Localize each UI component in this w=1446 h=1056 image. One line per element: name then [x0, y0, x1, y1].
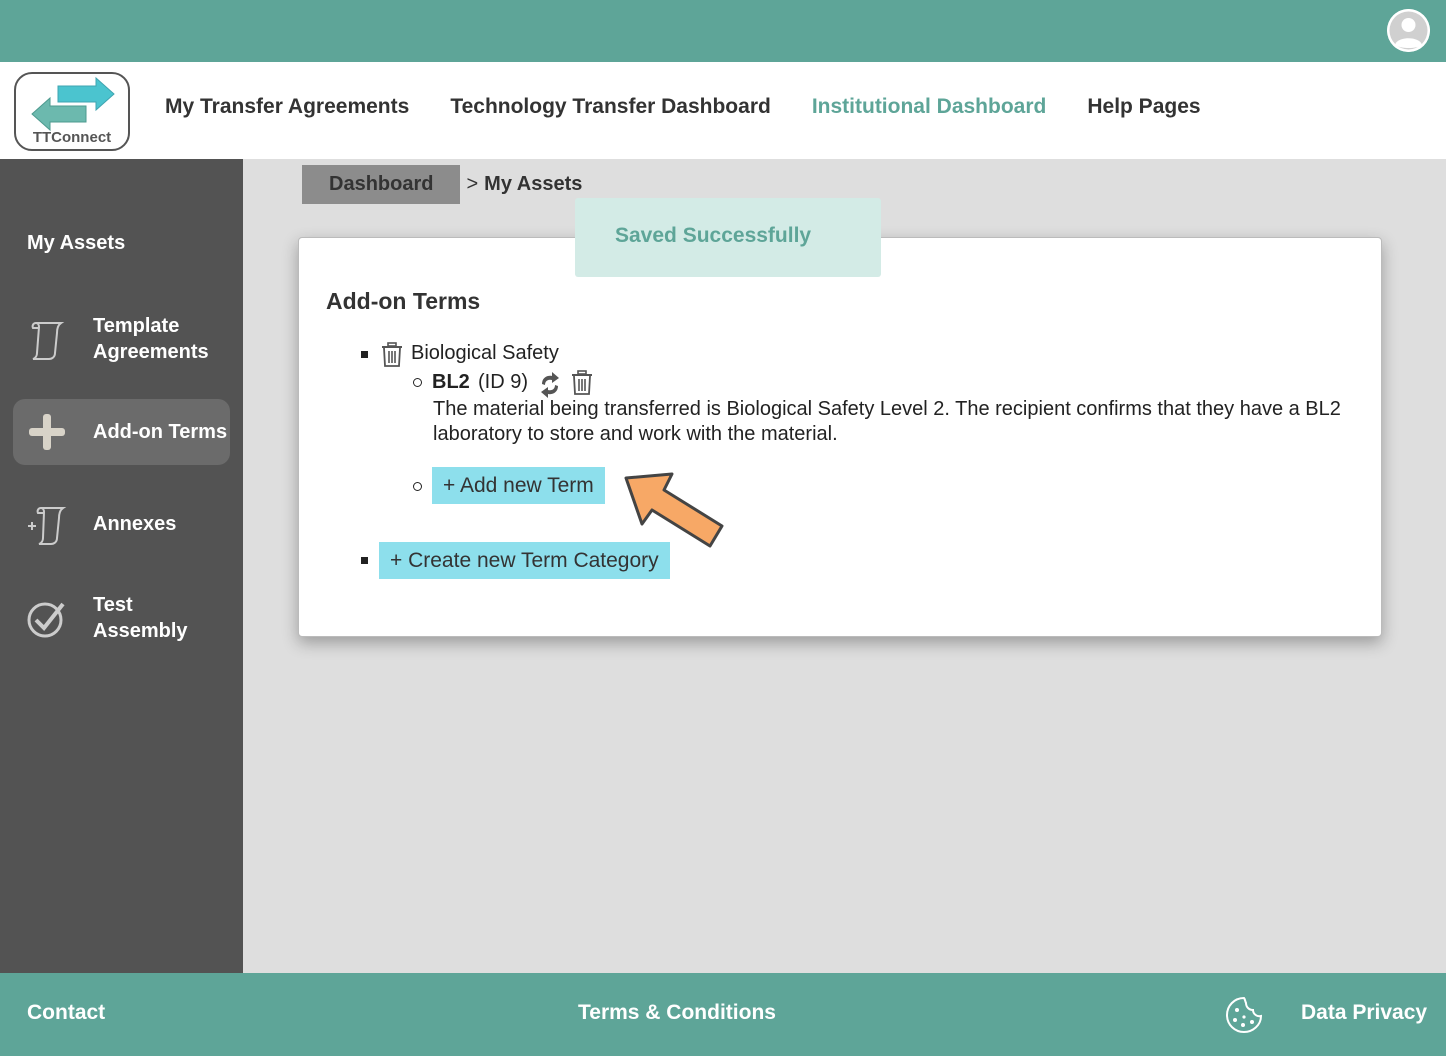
toast-message: Saved Successfully	[615, 224, 812, 247]
term-description: The material being transferred is Biolog…	[433, 398, 1341, 445]
header: TTConnect My Transfer Agreements Technol…	[0, 62, 1446, 159]
scroll-plus-icon	[28, 507, 67, 545]
sidebar-item-test-assembly[interactable]: Test Assembly	[13, 585, 230, 651]
user-avatar-icon[interactable]	[1387, 9, 1430, 52]
footer: Contact Terms & Conditions Data Privacy	[0, 973, 1446, 1056]
footer-terms-link[interactable]: Terms & Conditions	[578, 1001, 776, 1025]
nav-help-pages[interactable]: Help Pages	[1087, 95, 1200, 119]
sidebar-item-label: Test Assembly	[93, 594, 188, 642]
breadcrumb: Dashboard > My Assets	[302, 165, 582, 204]
pointer-arrow-icon	[624, 472, 724, 548]
page-title: Add-on Terms	[326, 288, 481, 314]
sidebar: My Assets Template Agreements Add-on Ter…	[0, 159, 243, 973]
sidebar-item-add-on-terms[interactable]: Add-on Terms	[13, 399, 230, 465]
sidebar-item-label: Add-on Terms	[93, 421, 228, 443]
saved-toast: Saved Successfully	[575, 198, 881, 277]
logo-text: TTConnect	[32, 129, 112, 146]
nav-technology-transfer-dashboard[interactable]: Technology Transfer Dashboard	[450, 95, 771, 119]
refresh-icon[interactable]	[536, 372, 564, 398]
footer-contact-link[interactable]: Contact	[27, 1001, 105, 1025]
term-category-name: Biological Safety	[411, 342, 559, 364]
list-bullet	[413, 378, 422, 387]
breadcrumb-dashboard-link[interactable]: Dashboard	[302, 165, 461, 204]
list-bullet	[361, 351, 368, 358]
scroll-icon	[31, 322, 65, 360]
sidebar-item-label: Template Agreements	[93, 315, 209, 363]
breadcrumb-current: My Assets	[484, 173, 583, 195]
sidebar-item-annexes[interactable]: Annexes	[13, 491, 230, 557]
sidebar-item-template-agreements[interactable]: Template Agreements	[13, 306, 230, 372]
list-bullet	[413, 482, 422, 491]
check-circle-icon	[27, 602, 65, 638]
nav-institutional-dashboard[interactable]: Institutional Dashboard	[812, 95, 1047, 119]
sidebar-title[interactable]: My Assets	[27, 232, 125, 255]
term-id: (ID 9)	[478, 371, 528, 393]
breadcrumb-separator: >	[466, 173, 479, 195]
nav-my-transfer-agreements[interactable]: My Transfer Agreements	[165, 95, 409, 119]
term-name: BL2	[432, 371, 470, 393]
trash-icon[interactable]	[570, 370, 594, 396]
trash-icon[interactable]	[380, 342, 404, 368]
cookie-icon[interactable]	[1224, 995, 1264, 1035]
sidebar-item-label: Annexes	[93, 513, 177, 535]
footer-privacy-link[interactable]: Data Privacy	[1301, 1001, 1427, 1025]
list-bullet	[361, 557, 368, 564]
create-term-category-button[interactable]: + Create new Term Category	[379, 542, 670, 579]
transfer-arrows-icon	[31, 76, 115, 132]
main-nav: My Transfer Agreements Technology Transf…	[165, 95, 1242, 119]
ttconnect-logo[interactable]: TTConnect	[14, 72, 130, 151]
add-new-term-button[interactable]: + Add new Term	[432, 467, 605, 504]
plus-icon	[29, 414, 65, 450]
top-bar	[0, 0, 1446, 62]
